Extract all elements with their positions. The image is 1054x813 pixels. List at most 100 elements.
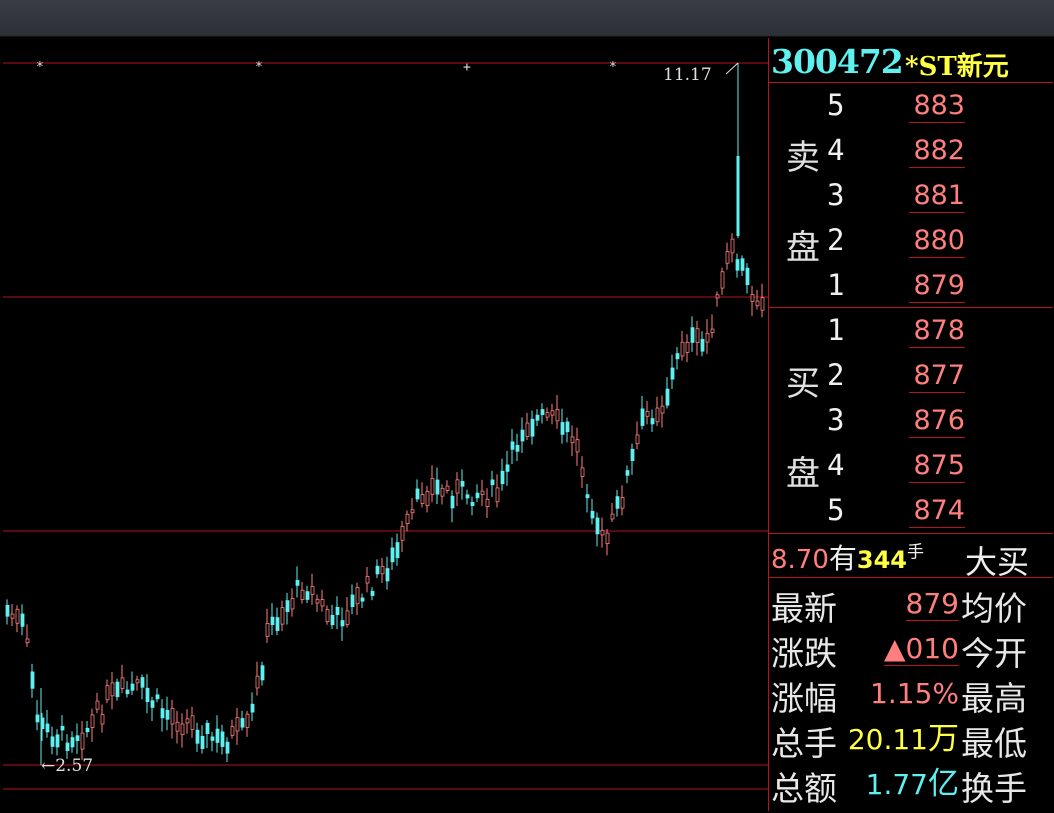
buy-price-1[interactable]: 878 — [909, 315, 965, 348]
candle-body-57 — [290, 598, 295, 610]
candle-body-50 — [255, 675, 260, 689]
candle-body-108 — [545, 412, 550, 418]
candle-body-100 — [505, 464, 510, 472]
candle-body-97 — [490, 479, 495, 486]
candle-body-62 — [315, 598, 320, 604]
candle-body-65 — [330, 614, 335, 626]
stat-pct-value: 1.15% — [870, 677, 959, 710]
candle-body-93 — [470, 501, 475, 506]
sell-label-top: 卖 — [786, 138, 820, 178]
buy-price-5[interactable]: 874 — [909, 495, 965, 528]
candle-body-23 — [120, 677, 125, 689]
candle-body-115 — [580, 467, 585, 477]
quote-panel: 300472 *ST新元 卖 盘 5 883 4 882 3 881 2 880 1 879 买 … — [768, 38, 1053, 811]
sell-price-5[interactable]: 879 — [909, 270, 965, 303]
candle-body-151 — [760, 297, 765, 311]
buy-level-4: 4 — [827, 448, 845, 482]
candle-high-spike-body — [736, 156, 740, 236]
buy-price-2[interactable]: 877 — [909, 360, 965, 393]
stat-amount-unit: 亿 — [928, 766, 959, 802]
buy-level-1: 1 — [827, 313, 845, 347]
candle-body-64 — [325, 609, 330, 623]
stat-vol-number: 20.11 — [847, 723, 928, 756]
candle-body-28 — [145, 687, 150, 703]
candle-body-118 — [595, 517, 600, 535]
candle-body-67 — [340, 620, 345, 627]
stat-amount-value: 1.77亿 — [769, 766, 959, 803]
candle-body-85 — [430, 478, 435, 495]
candle-body-47 — [240, 718, 245, 728]
candle-body-104 — [525, 422, 530, 437]
candle-body-147 — [740, 258, 745, 271]
candle-body-40 — [205, 722, 210, 734]
candle-body-34 — [175, 721, 180, 732]
candle-body-52 — [265, 622, 270, 637]
candle-body-123 — [620, 497, 625, 509]
candle-body-148 — [745, 267, 750, 286]
last-trade: 8.70有344手 — [771, 537, 924, 577]
stat-low-label: 最低 — [961, 724, 1027, 763]
candle-body-63 — [320, 599, 325, 607]
candle-body-119 — [600, 529, 605, 536]
low-price-label: ←2.57 — [41, 756, 93, 776]
candle-body-56 — [285, 600, 290, 612]
candle-body-9 — [50, 736, 55, 747]
sell-level-5: 1 — [827, 268, 845, 302]
candle-body-31 — [160, 708, 165, 719]
candle-body-78 — [395, 542, 400, 559]
candle-body-30 — [155, 694, 160, 700]
stat-vol-unit: 万 — [928, 721, 959, 757]
sell-price-4[interactable]: 880 — [909, 225, 965, 258]
trade-volume: 344 — [856, 546, 908, 574]
candle-body-144 — [725, 251, 730, 264]
candle-body-131 — [660, 405, 665, 414]
candle-body-77 — [390, 547, 395, 563]
candle-body-127 — [640, 408, 645, 426]
candle-body-60 — [305, 591, 310, 600]
sell-price-3[interactable]: 881 — [909, 180, 965, 213]
candle-body-18 — [95, 700, 100, 710]
candle-body-96 — [485, 498, 490, 507]
candle-body-48 — [245, 713, 250, 728]
candle-body-92 — [465, 494, 470, 499]
candle-body-58 — [295, 580, 300, 586]
candle-body-124 — [625, 470, 630, 476]
candle-body-120 — [605, 532, 610, 545]
stock-code[interactable]: 300472 — [771, 42, 904, 81]
candle-body-32 — [165, 709, 170, 720]
buy-level-3: 3 — [827, 403, 845, 437]
high-price-label: 11.17 — [663, 65, 712, 85]
candle-body-54 — [275, 617, 280, 631]
candle-body-109 — [550, 410, 555, 416]
candle-body-86 — [435, 479, 440, 495]
sell-price-1[interactable]: 883 — [909, 90, 965, 123]
candle-body-68 — [345, 610, 350, 625]
trade-price: 8.70 — [771, 545, 829, 575]
candle-body-125 — [630, 448, 635, 461]
candle-body-24 — [125, 689, 130, 695]
candle-body-49 — [250, 703, 255, 713]
candle-body-143 — [720, 271, 725, 289]
candle-body-1 — [10, 613, 15, 619]
candle-body-55 — [280, 607, 285, 625]
sell-price-2[interactable]: 882 — [909, 135, 965, 168]
candle-body-121 — [610, 513, 615, 520]
buy-price-3[interactable]: 876 — [909, 405, 965, 438]
candle-body-99 — [500, 470, 505, 485]
candle-body-44 — [225, 741, 230, 754]
candles-group — [5, 63, 765, 765]
trade-unit: 手 — [907, 542, 925, 563]
sell-level-1: 5 — [827, 88, 845, 122]
candle-body-17 — [90, 714, 95, 728]
buy-price-4[interactable]: 875 — [909, 450, 965, 483]
stock-name[interactable]: *ST新元 — [905, 46, 1009, 83]
stat-latest-number: 879 — [905, 587, 959, 621]
candlestick-chart[interactable]: * * + * 11.17 ←2.57 — [3, 38, 768, 811]
sell-level-3: 3 — [827, 178, 845, 212]
candle-body-59 — [300, 589, 305, 600]
candle-body-10 — [55, 734, 60, 748]
candle-body-11 — [60, 725, 65, 731]
candle-body-139 — [700, 339, 705, 352]
marker-4: * — [609, 60, 617, 75]
candle-body-102 — [515, 444, 520, 452]
